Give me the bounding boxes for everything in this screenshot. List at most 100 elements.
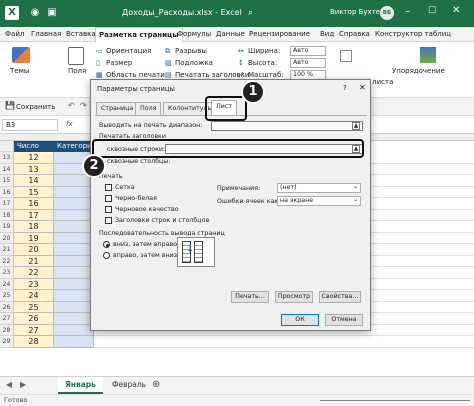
row-header[interactable]: 29: [0, 336, 14, 348]
table-cell-number[interactable]: 15: [14, 186, 54, 198]
tab-review[interactable]: Рецензирование: [246, 27, 313, 42]
row-header[interactable]: 16: [0, 186, 14, 198]
table-cell-category[interactable]: [54, 244, 94, 256]
row-header[interactable]: 18: [0, 209, 14, 221]
table-cell-number[interactable]: 25: [14, 301, 54, 313]
sheet-tab-january[interactable]: Январь: [58, 377, 103, 394]
preview-button[interactable]: Просмотр: [275, 291, 313, 303]
next-sheet-icon[interactable]: ▶: [20, 380, 26, 389]
table-cell-category[interactable]: [54, 198, 94, 210]
row-header[interactable]: 22: [0, 255, 14, 267]
search-icon[interactable]: ⌕: [248, 6, 262, 20]
table-cell-number[interactable]: 23: [14, 278, 54, 290]
table-cell-number[interactable]: 26: [14, 313, 54, 325]
row-header[interactable]: 24: [0, 278, 14, 290]
row-header[interactable]: 25: [0, 290, 14, 302]
maximize-icon[interactable]: ☐: [428, 6, 436, 16]
size-button[interactable]: Размер: [106, 59, 132, 67]
cancel-button[interactable]: Отмена: [325, 314, 363, 326]
errors-select[interactable]: на экране: [277, 196, 361, 206]
margins-icon[interactable]: [68, 47, 84, 65]
sheet-tab-february[interactable]: Февраль: [106, 377, 152, 394]
table-cell-category[interactable]: [54, 209, 94, 221]
tab-help[interactable]: Справка: [336, 27, 373, 42]
table-cell-category[interactable]: [54, 186, 94, 198]
table-cell-number[interactable]: 19: [14, 232, 54, 244]
minimize-icon[interactable]: –: [405, 6, 410, 17]
draft-checkbox[interactable]: [105, 206, 112, 213]
add-sheet-icon[interactable]: ⊕: [152, 379, 160, 390]
tab-view[interactable]: Вид: [317, 27, 337, 42]
themes-icon[interactable]: [12, 47, 30, 63]
save-button[interactable]: Сохранить: [16, 103, 55, 111]
background-button[interactable]: Подложка: [175, 59, 213, 67]
order-over-radio[interactable]: [103, 252, 110, 259]
name-box[interactable]: B3: [2, 119, 58, 131]
table-cell-number[interactable]: 14: [14, 175, 54, 187]
fx-icon[interactable]: fx: [66, 120, 73, 128]
gridlines-checkbox[interactable]: [105, 184, 112, 191]
arrange-icon[interactable]: [420, 47, 436, 63]
tab-formulas[interactable]: Формулы: [174, 27, 214, 42]
table-cell-number[interactable]: 27: [14, 324, 54, 336]
tab-data[interactable]: Данные: [213, 27, 248, 42]
row-header[interactable]: 14: [0, 163, 14, 175]
row-header[interactable]: 17: [0, 198, 14, 210]
autosave-icon[interactable]: ◉: [28, 6, 42, 20]
row-header[interactable]: 28: [0, 324, 14, 336]
header-cell-number[interactable]: Число: [14, 141, 54, 152]
table-cell-category[interactable]: [54, 336, 94, 348]
select-all-corner[interactable]: [0, 141, 14, 152]
help-icon[interactable]: ?: [343, 84, 347, 92]
redo-icon[interactable]: ↷: [80, 101, 87, 110]
table-cell-category[interactable]: [54, 290, 94, 302]
row-header[interactable]: 20: [0, 232, 14, 244]
width-select[interactable]: Авто: [290, 46, 326, 56]
table-cell-category[interactable]: [54, 232, 94, 244]
tab-file[interactable]: Файл: [2, 27, 27, 42]
height-select[interactable]: Авто: [290, 58, 326, 68]
bw-checkbox[interactable]: [105, 195, 112, 202]
table-cell-category[interactable]: [54, 278, 94, 290]
table-cell-number[interactable]: 28: [14, 336, 54, 348]
tab-page-layout[interactable]: Разметка страницы: [95, 27, 183, 42]
close-icon[interactable]: ✕: [452, 5, 460, 16]
table-cell-category[interactable]: [54, 324, 94, 336]
header-cell-category[interactable]: Категори: [54, 141, 94, 152]
save-icon[interactable]: ▣: [45, 6, 59, 20]
table-cell-number[interactable]: 17: [14, 209, 54, 221]
headings-checkbox[interactable]: [105, 217, 112, 224]
table-cell-category[interactable]: [54, 301, 94, 313]
table-cell-number[interactable]: 21: [14, 255, 54, 267]
order-down-radio[interactable]: [103, 241, 110, 248]
ok-button[interactable]: ОК: [281, 314, 319, 326]
table-cell-number[interactable]: 18: [14, 221, 54, 233]
table-cell-number[interactable]: 22: [14, 267, 54, 279]
tab-page[interactable]: Страница: [96, 102, 139, 115]
orientation-button[interactable]: Ориентация: [106, 47, 151, 55]
table-cell-category[interactable]: [54, 255, 94, 267]
dialog-close-icon[interactable]: ✕: [359, 83, 366, 92]
zoom-slider[interactable]: [320, 400, 470, 401]
row-header[interactable]: 13: [0, 152, 14, 164]
tab-margins[interactable]: Поля: [135, 102, 162, 115]
table-cell-number[interactable]: 16: [14, 198, 54, 210]
breaks-button[interactable]: Разрывы: [175, 47, 207, 55]
tab-insert[interactable]: Вставка: [63, 27, 99, 42]
row-header[interactable]: 23: [0, 267, 14, 279]
tab-home[interactable]: Главная: [28, 27, 64, 42]
row-header[interactable]: 26: [0, 301, 14, 313]
print-button[interactable]: Печать...: [231, 291, 269, 303]
table-cell-category[interactable]: [54, 313, 94, 325]
table-cell-number[interactable]: 20: [14, 244, 54, 256]
print-area-button[interactable]: Область печати: [106, 71, 165, 79]
row-header[interactable]: 19: [0, 221, 14, 233]
table-cell-number[interactable]: 13: [14, 163, 54, 175]
avatar[interactable]: ВБ: [380, 6, 394, 20]
collapse-range-icon[interactable]: ▲: [352, 122, 360, 130]
table-cell-category[interactable]: [54, 267, 94, 279]
comments-select[interactable]: (нет): [277, 183, 361, 193]
sheet-options-icon[interactable]: [340, 50, 352, 62]
properties-button[interactable]: Свойства...: [319, 291, 361, 303]
row-header[interactable]: 21: [0, 244, 14, 256]
